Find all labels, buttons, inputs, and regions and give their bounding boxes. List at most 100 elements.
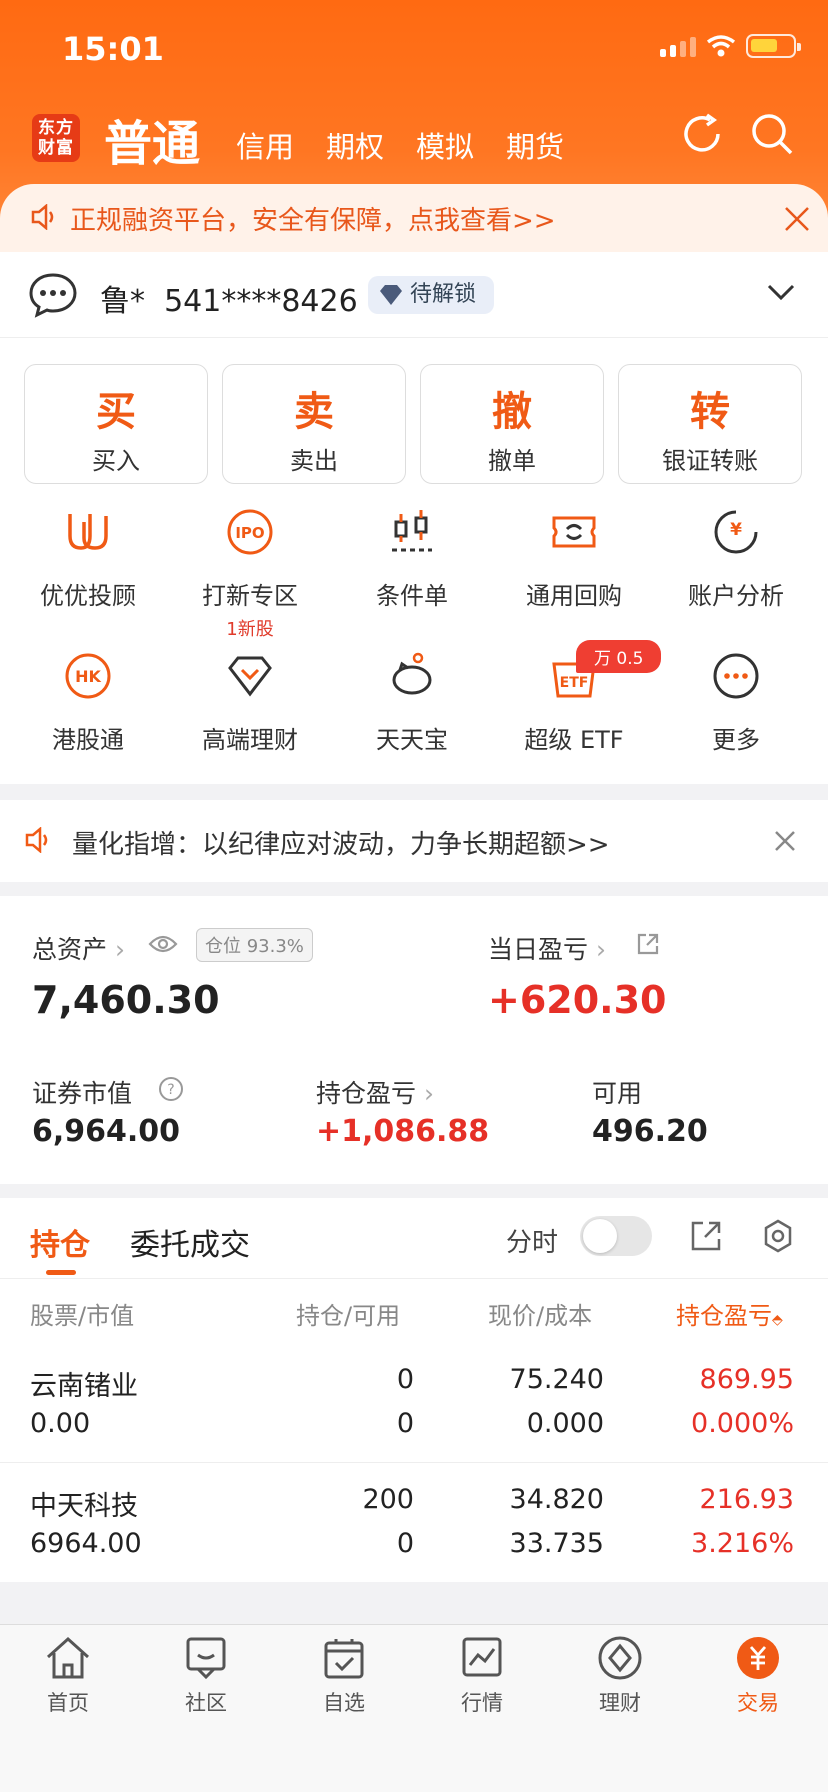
grid-account-analysis[interactable]: ¥ 账户分析 (666, 508, 806, 611)
piggy-icon (392, 652, 432, 695)
diamond-icon (380, 285, 402, 305)
condition-order-icon (392, 510, 432, 552)
hold-pl-value: +1,086.88 (316, 1114, 490, 1149)
tab-options[interactable]: 期权 (326, 124, 384, 166)
tab-market[interactable]: 行情 (432, 1635, 532, 1717)
price: 75.240 (509, 1364, 604, 1395)
col-stock: 股票/市值 (30, 1302, 135, 1330)
share-icon[interactable] (636, 932, 660, 956)
grid-condition-order[interactable]: 条件单 (342, 508, 482, 611)
message-icon[interactable] (28, 272, 78, 318)
etf-fee-badge: 万 0.5 (576, 640, 662, 673)
daily-pl-label[interactable]: 当日盈亏 › (488, 930, 606, 966)
price: 34.820 (509, 1484, 604, 1515)
timeshare-label: 分时 (506, 1228, 559, 1258)
signal-icon (660, 35, 696, 57)
account-name: 鲁* 541****8426 (100, 284, 358, 319)
hk-icon: HK (65, 653, 111, 699)
pl-value: 869.95 (699, 1364, 794, 1395)
bank-transfer-button[interactable]: 转银证转账 (618, 364, 802, 484)
grid-tiantianbao[interactable]: 天天宝 (342, 652, 482, 755)
grid-hk-connect[interactable]: HK 港股通 (18, 652, 158, 755)
tab-holdings[interactable]: 持仓 (30, 1220, 90, 1264)
wealth-icon (228, 656, 272, 697)
market-value-label: 证券市值 (32, 1079, 133, 1108)
svg-text:IPO: IPO (235, 524, 264, 542)
svg-text:HK: HK (75, 667, 101, 686)
close-icon[interactable] (784, 206, 810, 232)
market-icon (462, 1637, 502, 1677)
finance-icon (598, 1636, 642, 1680)
settings-gear-icon[interactable] (760, 1218, 796, 1254)
speaker-icon (31, 204, 54, 230)
cancel-order-button[interactable]: 撤撤单 (420, 364, 604, 484)
account-row[interactable]: 鲁* 541****8426 待解锁 (0, 252, 828, 338)
tab-finance[interactable]: 理财 (570, 1635, 670, 1717)
eye-icon[interactable] (148, 934, 178, 954)
holdings-panel: 持仓 委托成交 分时 股票/市值 持仓/可用 现价/成本 持仓盈亏⬘ 云南锗业 … (0, 1198, 828, 1582)
assets-panel: 总资产 › 仓位 93.3% 7,460.30 当日盈亏 › +620.30 证… (0, 896, 828, 1184)
tab-indicator (46, 1270, 76, 1275)
tab-trade[interactable]: 交易 (708, 1635, 808, 1717)
tab-community[interactable]: 社区 (156, 1635, 256, 1717)
available: 0 (396, 1528, 414, 1559)
tab-credit[interactable]: 信用 (236, 124, 294, 166)
repo-icon (552, 516, 596, 548)
daily-pl-value: +620.30 (488, 978, 667, 1022)
col-pl-sort[interactable]: 持仓盈亏⬘ (676, 1296, 783, 1331)
trade-icon (737, 1637, 779, 1679)
grid-ipo[interactable]: IPO 打新专区 1新股 (180, 508, 320, 641)
grid-repo[interactable]: 通用回购 (504, 508, 644, 611)
speaker-icon (25, 827, 48, 853)
watchlist-icon (324, 1639, 364, 1679)
close-icon[interactable] (774, 830, 796, 852)
app-logo: 东方 财富 (32, 114, 80, 162)
promo-text: 正规融资平台，安全有保障，点我查看>> (70, 205, 556, 236)
pl-percent: 3.216% (691, 1528, 794, 1559)
tab-orders[interactable]: 委托成交 (130, 1220, 250, 1264)
quant-notice-text: 量化指增：以纪律应对波动，力争长期超额>> (72, 830, 610, 860)
uu-advisor-icon (68, 514, 108, 550)
tab-watchlist[interactable]: 自选 (294, 1635, 394, 1717)
help-icon[interactable]: ? (158, 1076, 184, 1102)
total-assets-value: 7,460.30 (32, 978, 220, 1022)
grid-uu-advisor[interactable]: 优优投顾 (18, 508, 158, 611)
sell-button[interactable]: 卖卖出 (222, 364, 406, 484)
position: 200 (362, 1484, 414, 1515)
tab-simulate[interactable]: 模拟 (416, 124, 474, 166)
available-value: 496.20 (592, 1114, 708, 1149)
quant-notice[interactable]: 量化指增：以纪律应对波动，力争长期超额>> (0, 800, 828, 882)
ipo-icon: IPO (227, 509, 273, 555)
hold-pl-label[interactable]: 持仓盈亏 › (316, 1074, 434, 1110)
export-icon[interactable] (690, 1220, 722, 1252)
bottom-tabbar: 首页 社区 自选 行情 理财 交易 (0, 1624, 828, 1792)
stock-name: 中天科技 (30, 1491, 138, 1522)
unlock-badge[interactable]: 待解锁 (368, 276, 495, 314)
refresh-icon[interactable] (680, 112, 724, 156)
header-tabs: 信用 期权 模拟 期货 (236, 124, 564, 166)
account-analysis-icon: ¥ (714, 510, 758, 554)
more-icon (713, 653, 759, 699)
timeshare-toggle[interactable] (580, 1216, 652, 1256)
col-price: 现价/成本 (488, 1302, 593, 1330)
total-assets-label[interactable]: 总资产 › (32, 930, 125, 966)
chevron-down-icon[interactable] (766, 282, 796, 302)
promo-banner[interactable]: 正规融资平台，安全有保障，点我查看>> (0, 184, 828, 252)
grid-wealth[interactable]: 高端理财 (180, 652, 320, 755)
cost: 33.735 (509, 1528, 604, 1559)
market-value: 6,964.00 (32, 1114, 181, 1149)
wifi-icon (706, 35, 736, 57)
tab-normal[interactable]: 普通 (104, 104, 200, 174)
battery-icon (746, 34, 801, 58)
svg-text:?: ? (167, 1082, 174, 1098)
tab-futures[interactable]: 期货 (506, 124, 564, 166)
buy-button[interactable]: 买买入 (24, 364, 208, 484)
home-icon (46, 1636, 90, 1679)
grid-more[interactable]: 更多 (666, 652, 806, 755)
cost: 0.000 (526, 1408, 604, 1439)
status-time: 15:01 (62, 30, 164, 68)
market-value: 0.00 (30, 1408, 91, 1439)
search-icon[interactable] (750, 112, 794, 156)
stock-name: 云南锗业 (30, 1371, 138, 1402)
tab-home[interactable]: 首页 (18, 1635, 118, 1717)
